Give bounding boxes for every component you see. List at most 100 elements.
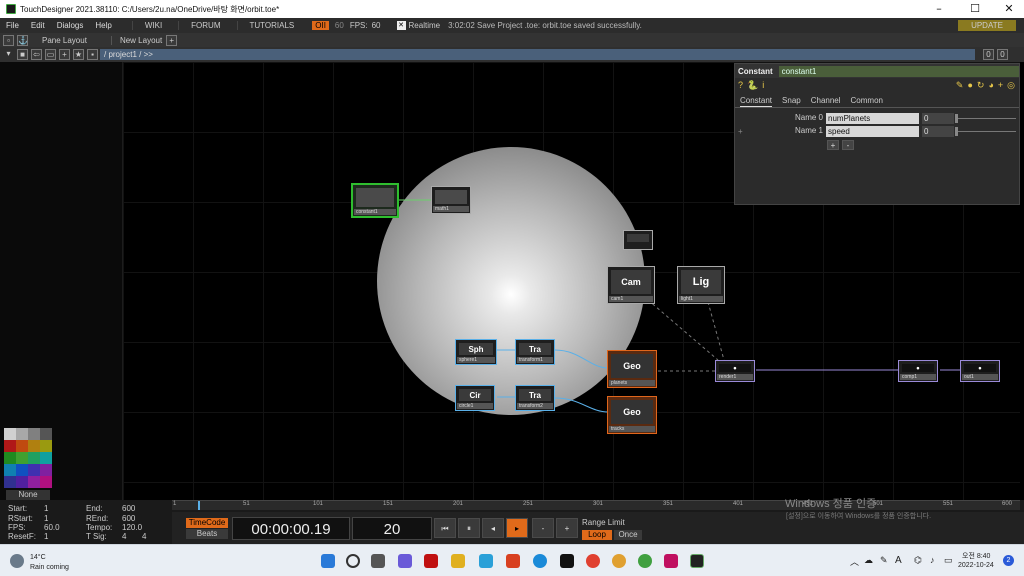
chrome-icon[interactable]: [586, 554, 600, 568]
comment-icon[interactable]: ●: [967, 80, 972, 91]
swatch[interactable]: [40, 464, 52, 476]
swatch[interactable]: [28, 464, 40, 476]
node-geo-tracks[interactable]: Geo tracks: [607, 396, 657, 434]
param-slider-track[interactable]: [956, 131, 1016, 132]
end-value[interactable]: 600: [122, 504, 135, 513]
notification-badge[interactable]: 2: [1003, 555, 1014, 566]
loop-button[interactable]: Loop: [582, 530, 612, 540]
swatch[interactable]: [40, 428, 52, 440]
node-null[interactable]: [623, 230, 653, 250]
node-sphere[interactable]: Sph sphere1: [455, 339, 497, 365]
node-comp[interactable]: • comp1: [898, 360, 938, 382]
mail-icon[interactable]: [479, 554, 493, 568]
fps-info-value[interactable]: 60.0: [44, 523, 60, 532]
tab-snap[interactable]: Snap: [782, 96, 801, 107]
rewind-icon[interactable]: ⏮: [434, 518, 456, 538]
touchdesigner-taskbar-icon[interactable]: [690, 554, 704, 568]
param-name-field[interactable]: speed: [826, 126, 919, 137]
netflix-icon[interactable]: [424, 554, 438, 568]
step-minus-button[interactable]: -: [532, 518, 554, 538]
notion-icon[interactable]: [560, 554, 574, 568]
rend-value[interactable]: 600: [122, 514, 135, 523]
node-circle[interactable]: Cir circle1: [455, 385, 495, 411]
tsig-value-2[interactable]: 4: [142, 532, 146, 541]
param-slider-knob[interactable]: [955, 127, 958, 136]
search-icon[interactable]: [346, 554, 360, 568]
swatch[interactable]: [4, 452, 16, 464]
playhead[interactable]: [198, 501, 200, 510]
swatch[interactable]: [16, 476, 28, 488]
timeline-ruler[interactable]: 1 51 101 151 201 251 301 351 401 451 501…: [172, 500, 1020, 510]
param-value-field[interactable]: 0: [922, 113, 954, 124]
param-remove-button[interactable]: -: [842, 140, 854, 150]
param-slider-knob[interactable]: [955, 114, 958, 123]
pause-icon[interactable]: ⏸: [458, 518, 480, 538]
cloud-icon[interactable]: ☁: [864, 555, 873, 566]
param-name-field[interactable]: numPlanets: [826, 113, 919, 124]
step-back-icon[interactable]: ◂: [482, 518, 504, 538]
tempo-value[interactable]: 120.0: [122, 523, 142, 532]
color-palette[interactable]: [4, 428, 54, 490]
node-light[interactable]: Lig light1: [677, 266, 725, 304]
swatch[interactable]: [4, 476, 16, 488]
language-indicator[interactable]: A: [895, 555, 902, 566]
start-value[interactable]: 1: [44, 504, 48, 513]
param-op-name-field[interactable]: constant1: [778, 65, 1019, 77]
network-icon[interactable]: ⌬: [914, 555, 922, 566]
chat-icon[interactable]: [398, 554, 412, 568]
once-button[interactable]: Once: [614, 530, 642, 540]
swatch[interactable]: [28, 440, 40, 452]
volume-icon[interactable]: ♪: [930, 555, 935, 565]
weather-desc[interactable]: Rain coming: [30, 564, 69, 571]
taskview-icon[interactable]: [371, 554, 385, 568]
info-icon[interactable]: i: [762, 80, 764, 90]
swatch[interactable]: [40, 440, 52, 452]
node-out[interactable]: • out1: [960, 360, 1000, 382]
swatch[interactable]: [40, 452, 52, 464]
node-cam[interactable]: Cam cam1: [607, 266, 655, 304]
start-icon[interactable]: [321, 554, 335, 568]
rstart-value[interactable]: 1: [44, 514, 48, 523]
param-value-field[interactable]: 0: [922, 126, 954, 137]
tray-chevron-icon[interactable]: ︿: [850, 555, 859, 568]
color-none-button[interactable]: None: [6, 490, 50, 500]
python-icon[interactable]: 🐍: [747, 80, 758, 91]
pen-icon[interactable]: ✎: [880, 555, 888, 566]
clock-time[interactable]: 오전 8:40: [962, 551, 990, 561]
edit-icon[interactable]: ✎: [956, 80, 964, 91]
chrome-profile-icon[interactable]: [612, 554, 626, 568]
indesign-icon[interactable]: [664, 554, 678, 568]
color-icon[interactable]: ◕: [988, 80, 993, 91]
clock-date[interactable]: 2022-10-24: [958, 562, 994, 569]
swatch[interactable]: [28, 428, 40, 440]
param-slider-track[interactable]: [956, 118, 1016, 119]
node-constant1[interactable]: constant1: [351, 183, 399, 218]
weather-temp[interactable]: 14°C: [30, 554, 46, 561]
file-explorer-icon[interactable]: [451, 554, 465, 568]
timecode-display[interactable]: 00:00:00.19: [232, 517, 350, 540]
battery-icon[interactable]: ▭: [944, 555, 953, 566]
play-icon[interactable]: ▸: [506, 518, 528, 538]
weather-icon[interactable]: [10, 554, 24, 568]
swatch[interactable]: [28, 476, 40, 488]
swatch[interactable]: [4, 464, 16, 476]
timecode-toggle[interactable]: TimeCode: [186, 518, 228, 528]
node-geo-planets[interactable]: Geo planets: [607, 350, 657, 388]
refresh-icon[interactable]: ↻: [977, 80, 985, 91]
add-param-icon[interactable]: +: [998, 80, 1003, 91]
chrome-profile2-icon[interactable]: [638, 554, 652, 568]
param-add-button[interactable]: +: [827, 140, 839, 150]
node-math1[interactable]: math1: [431, 186, 471, 214]
frame-display[interactable]: 20: [352, 517, 432, 540]
tab-common[interactable]: Common: [851, 96, 883, 107]
resetf-value[interactable]: 1: [44, 532, 48, 541]
tab-channel[interactable]: Channel: [811, 96, 841, 107]
node-transform2[interactable]: Tra transform2: [515, 385, 555, 411]
help-icon[interactable]: ?: [738, 80, 743, 90]
tsig-value-1[interactable]: 4: [122, 532, 126, 541]
swatch[interactable]: [4, 428, 16, 440]
node-transform1[interactable]: Tra transform1: [515, 339, 555, 365]
node-render[interactable]: • render1: [715, 360, 755, 382]
swatch[interactable]: [40, 476, 52, 488]
swatch[interactable]: [16, 440, 28, 452]
